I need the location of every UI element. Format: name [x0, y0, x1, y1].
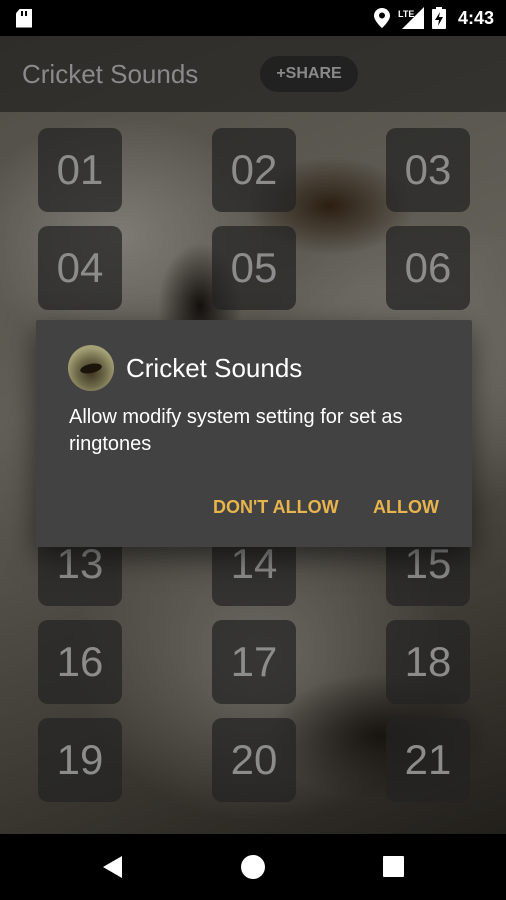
sound-tile[interactable]: 04 — [38, 226, 122, 310]
back-icon[interactable] — [103, 856, 122, 878]
app-icon — [68, 345, 114, 391]
sound-tile[interactable]: 16 — [38, 620, 122, 704]
sound-tile[interactable]: 21 — [386, 718, 470, 802]
sound-tile[interactable]: 06 — [386, 226, 470, 310]
recents-icon[interactable] — [383, 856, 404, 877]
home-icon[interactable] — [241, 855, 265, 879]
share-button[interactable]: +SHARE — [260, 56, 358, 92]
dialog-title: Cricket Sounds — [126, 353, 303, 383]
permission-dialog: Cricket Sounds Allow modify system setti… — [36, 320, 472, 547]
location-icon — [373, 8, 390, 28]
sound-tile[interactable]: 20 — [212, 718, 296, 802]
sound-tile[interactable]: 19 — [38, 718, 122, 802]
dont-allow-button[interactable]: DON'T ALLOW — [213, 494, 341, 520]
sound-tile[interactable]: 03 — [386, 128, 470, 212]
cricket-icon — [79, 361, 103, 376]
sound-tile[interactable]: 18 — [386, 620, 470, 704]
app-bar: Cricket Sounds — [0, 36, 506, 112]
sound-tile[interactable]: 01 — [38, 128, 122, 212]
status-time: 4:43 — [457, 7, 494, 28]
sound-tile[interactable]: 17 — [212, 620, 296, 704]
sound-tile[interactable]: 02 — [212, 128, 296, 212]
navigation-bar — [0, 834, 506, 900]
dialog-message: Allow modify system setting for set as r… — [69, 406, 403, 455]
status-bar: LTE 4:43 — [0, 0, 506, 36]
signal-icon: LTE — [398, 7, 424, 29]
sound-tile[interactable]: 05 — [212, 226, 296, 310]
svg-text:LTE: LTE — [398, 9, 414, 19]
sd-card-icon — [16, 8, 32, 28]
battery-charging-icon — [431, 7, 446, 29]
allow-button[interactable]: ALLOW — [373, 494, 439, 520]
app-title: Cricket Sounds — [22, 58, 199, 89]
